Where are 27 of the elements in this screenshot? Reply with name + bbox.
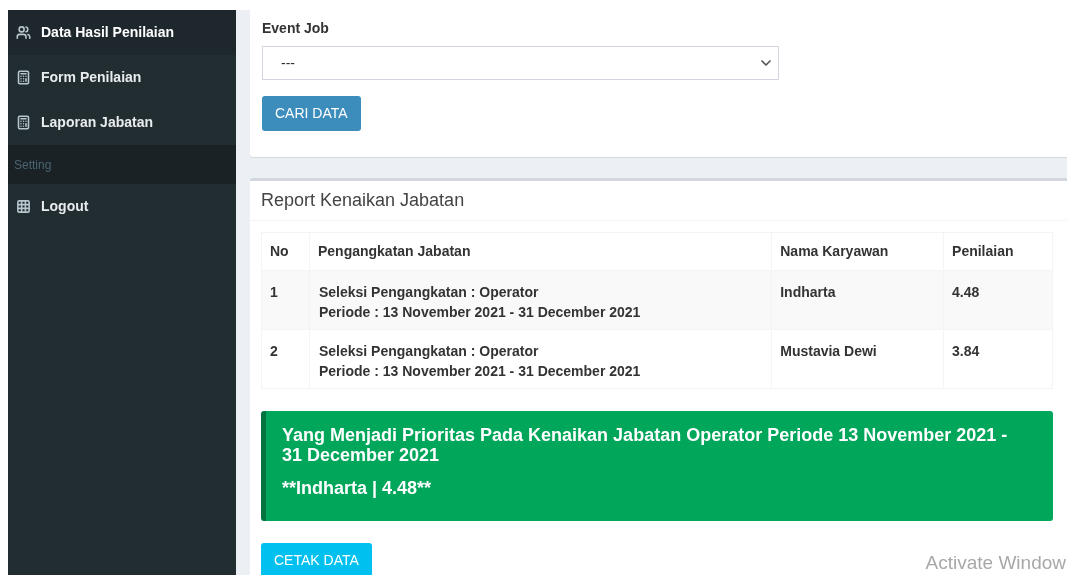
column-header: Pengangkatan Jabatan	[309, 232, 772, 271]
alert-result: **Indharta | 4.48**	[282, 477, 433, 500]
position-text: Seleksi Pengangkatan : Operator	[318, 342, 540, 361]
period-text: Periode : 13 November 2021 - 31 December 2021	[318, 362, 642, 381]
search-button[interactable]: CARI DATA	[262, 96, 361, 131]
table-cell: Mustavia Dewi	[771, 329, 944, 389]
activation-notice: Activate Window	[925, 550, 1066, 575]
sidebar-section-label: Setting	[8, 145, 236, 184]
calculator-icon	[16, 115, 31, 130]
column-header: No	[261, 232, 310, 271]
table-cell: 1	[261, 270, 310, 330]
table-cell: 3.84	[943, 329, 1053, 389]
panel-title: Report Kenaikan Jabatan	[250, 181, 1067, 221]
alert-title: Yang Menjadi Prioritas Pada Kenaikan Jabatan Operator Periode 13 November 2021 - 31 December 2021	[282, 425, 1009, 465]
table-cell: 4.48	[943, 270, 1053, 330]
position-text: Seleksi Pengangkatan : Operator	[318, 283, 540, 302]
event-job-select[interactable]: ---	[262, 46, 779, 80]
column-header: Penilaian	[943, 232, 1053, 271]
period-text: Periode : 13 November 2021 - 31 December 2021	[318, 303, 642, 322]
table-cell: Indharta	[771, 270, 944, 330]
field-label: Event Job	[262, 19, 329, 38]
users-icon	[16, 25, 31, 40]
calculator-icon	[16, 70, 31, 85]
table-cell: 2	[261, 329, 310, 389]
grid-icon	[16, 199, 31, 214]
sidebar-item[interactable]: Data Hasil Penilaian	[8, 10, 236, 55]
column-header: Nama Karyawan	[771, 232, 944, 271]
